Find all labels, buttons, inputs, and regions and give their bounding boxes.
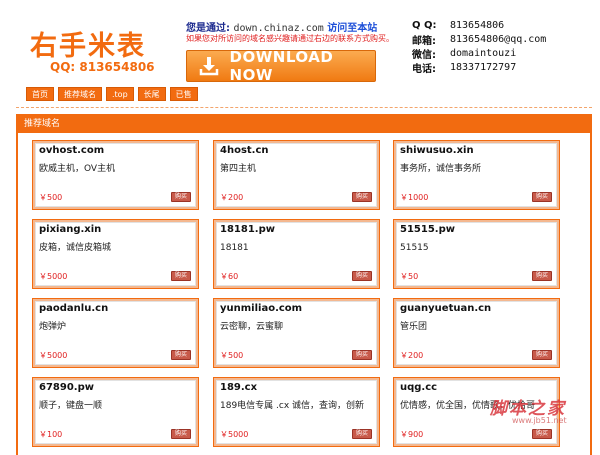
card-price: ￥5000 bbox=[220, 430, 249, 439]
nav-recommended[interactable]: 推荐域名 bbox=[58, 87, 102, 101]
card-description: 欧威主机，OV主机 bbox=[39, 164, 116, 174]
contact-email: 邮箱: 813654806@qq.com bbox=[412, 32, 546, 47]
domain-card[interactable]: 51515.pw 51515 ￥50 购买 bbox=[393, 219, 560, 289]
card-domain[interactable]: paodanlu.cn bbox=[39, 303, 108, 314]
domain-card[interactable]: paodanlu.cn 炮弹炉 ￥5000 购买 bbox=[32, 298, 199, 368]
domain-card[interactable]: 4host.cn 第四主机 ￥200 购买 bbox=[213, 140, 380, 210]
buy-button[interactable]: 购买 bbox=[352, 429, 372, 439]
nav-home[interactable]: 首页 bbox=[26, 87, 54, 101]
card-price: ￥50 bbox=[400, 272, 419, 281]
watermark-logo: 脚本之家 www.jb51.net bbox=[490, 394, 584, 434]
card-domain[interactable]: ovhost.com bbox=[39, 145, 104, 156]
card-domain[interactable]: 189.cx bbox=[220, 382, 257, 393]
logo-qq: QQ: 813654806 bbox=[50, 60, 155, 74]
card-price: ￥5000 bbox=[39, 272, 68, 281]
contact-key: 电话: bbox=[412, 63, 436, 75]
contact-value[interactable]: 813654806@qq.com bbox=[450, 34, 546, 45]
domain-card[interactable]: guanyuetuan.cn 管乐团 ￥200 购买 bbox=[393, 298, 560, 368]
card-description: 炮弹炉 bbox=[39, 322, 67, 332]
card-price: ￥5000 bbox=[39, 351, 68, 360]
contact-block: Q Q: 813654806 邮箱: 813654806@qq.com 微信: … bbox=[412, 18, 546, 75]
contact-value: 18337172797 bbox=[450, 61, 517, 73]
contact-phone: 电话: 18337172797 bbox=[412, 60, 546, 75]
card-price: ￥100 bbox=[39, 430, 63, 439]
card-domain[interactable]: 67890.pw bbox=[39, 382, 94, 393]
buy-button[interactable]: 购买 bbox=[171, 350, 191, 360]
contact-wechat: 微信: domaintouzi bbox=[412, 46, 546, 61]
card-price: ￥900 bbox=[400, 430, 424, 439]
buy-button[interactable]: 购买 bbox=[171, 271, 191, 281]
nav-long-tail[interactable]: 长尾 bbox=[137, 87, 166, 101]
card-description: 顺子，键盘一顺 bbox=[39, 401, 103, 411]
card-domain[interactable]: 18181.pw bbox=[220, 224, 275, 235]
domain-card[interactable]: ovhost.com 欧威主机，OV主机 ￥500 购买 bbox=[32, 140, 199, 210]
card-description: 第四主机 bbox=[220, 164, 257, 174]
card-description: 云密聊，云蜜聊 bbox=[220, 322, 284, 332]
card-description: 皮箱，诚信皮箱城 bbox=[39, 243, 112, 253]
buy-button[interactable]: 购买 bbox=[532, 192, 552, 202]
buy-button[interactable]: 购买 bbox=[171, 192, 191, 202]
contact-qq: Q Q: 813654806 bbox=[412, 18, 546, 32]
domain-card[interactable]: pixiang.xin 皮箱，诚信皮箱城 ￥5000 购买 bbox=[32, 219, 199, 289]
card-price: ￥1000 bbox=[400, 193, 429, 202]
card-description: 189电信专属 .cx 诚信，查询，创新 bbox=[220, 401, 365, 411]
contact-value: 813654806 bbox=[450, 19, 505, 31]
purchase-notice: 如果您对所访问的域名感兴趣请通过右边的联系方式购买。 bbox=[186, 34, 394, 43]
header-divider bbox=[16, 107, 592, 108]
nav-top[interactable]: .top bbox=[106, 87, 134, 101]
site-logo[interactable]: 右手米表 bbox=[30, 24, 146, 63]
card-domain[interactable]: 4host.cn bbox=[220, 145, 269, 156]
main-nav: 首页 推荐域名 .top 长尾 已售 bbox=[26, 87, 198, 101]
buy-button[interactable]: 购买 bbox=[352, 192, 372, 202]
card-price: ￥200 bbox=[400, 351, 424, 360]
contact-key: 邮箱: bbox=[412, 35, 436, 47]
card-price: ￥200 bbox=[220, 193, 244, 202]
buy-button[interactable]: 购买 bbox=[532, 350, 552, 360]
domain-card[interactable]: 18181.pw 18181 ￥60 购买 bbox=[213, 219, 380, 289]
card-domain[interactable]: uqg.cc bbox=[400, 382, 437, 393]
buy-button[interactable]: 购买 bbox=[352, 271, 372, 281]
download-icon bbox=[195, 51, 224, 81]
domain-card[interactable]: 189.cx 189电信专属 .cx 诚信，查询，创新 ￥5000 购买 bbox=[213, 377, 380, 447]
card-description: 18181 bbox=[220, 243, 249, 253]
download-label: DOWNLOAD NOW bbox=[229, 48, 334, 84]
card-domain[interactable]: 51515.pw bbox=[400, 224, 455, 235]
page: 右手米表 QQ: 813654806 您是通过: down.chinaz.com… bbox=[8, 0, 592, 455]
visit-line: 您是通过: down.chinaz.com 访问至本站 bbox=[186, 19, 377, 34]
buy-button[interactable]: 购买 bbox=[532, 271, 552, 281]
card-price: ￥500 bbox=[220, 351, 244, 360]
card-description: 管乐团 bbox=[400, 322, 428, 332]
card-domain[interactable]: shiwusuo.xin bbox=[400, 145, 474, 156]
watermark-url: www.jb51.net bbox=[512, 416, 567, 425]
card-description: 51515 bbox=[400, 243, 429, 253]
buy-button[interactable]: 购买 bbox=[352, 350, 372, 360]
card-description: 事务所，诚信事务所 bbox=[400, 164, 482, 174]
nav-sold[interactable]: 已售 bbox=[169, 87, 198, 101]
card-price: ￥60 bbox=[220, 272, 239, 281]
contact-value: domaintouzi bbox=[450, 47, 517, 59]
domain-card[interactable]: yunmiliao.com 云密聊，云蜜聊 ￥500 购买 bbox=[213, 298, 380, 368]
download-now-button[interactable]: DOWNLOAD NOW bbox=[186, 48, 376, 84]
buy-button[interactable]: 购买 bbox=[171, 429, 191, 439]
card-price: ￥500 bbox=[39, 193, 63, 202]
card-domain[interactable]: guanyuetuan.cn bbox=[400, 303, 491, 314]
card-domain[interactable]: pixiang.xin bbox=[39, 224, 101, 235]
panel-title: 推荐域名 bbox=[18, 116, 590, 133]
domain-card[interactable]: 67890.pw 顺子，键盘一顺 ￥100 购买 bbox=[32, 377, 199, 447]
domain-card[interactable]: shiwusuo.xin 事务所，诚信事务所 ￥1000 购买 bbox=[393, 140, 560, 210]
contact-key: 微信: bbox=[412, 49, 436, 61]
card-domain[interactable]: yunmiliao.com bbox=[220, 303, 302, 314]
contact-key: Q Q: bbox=[412, 19, 437, 31]
